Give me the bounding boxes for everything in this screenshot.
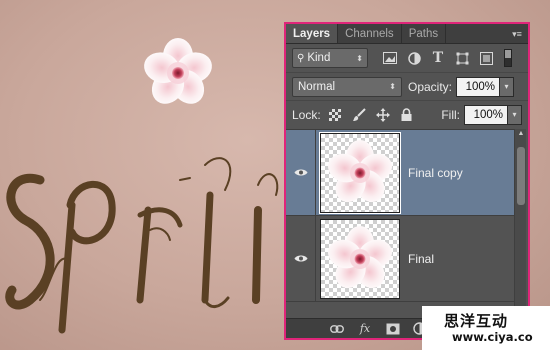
shape-filter-icon[interactable] bbox=[454, 50, 470, 66]
fill-label: Fill: bbox=[441, 107, 460, 122]
layers-scrollbar[interactable]: ▲ ▼ bbox=[514, 129, 526, 319]
blend-mode-value: Normal bbox=[298, 80, 336, 93]
layer-thumbnail[interactable] bbox=[320, 218, 400, 299]
lock-label: Lock: bbox=[292, 107, 321, 122]
scroll-up-arrow-icon[interactable]: ▲ bbox=[515, 129, 527, 139]
chevron-updown-icon: ⬍ bbox=[389, 82, 396, 91]
fill-dropdown-button[interactable]: ▾ bbox=[508, 104, 522, 125]
link-layers-icon[interactable] bbox=[330, 322, 344, 336]
fx-icon[interactable]: fx bbox=[356, 322, 374, 336]
scrollbar-thumb[interactable] bbox=[517, 147, 525, 205]
layer-name[interactable]: Final bbox=[408, 252, 434, 266]
lock-paint-icon[interactable] bbox=[351, 107, 367, 123]
opacity-dropdown-button[interactable]: ▾ bbox=[500, 76, 515, 97]
blend-mode-select[interactable]: Normal ⬍ bbox=[292, 76, 402, 97]
fx-label: fx bbox=[359, 322, 371, 335]
watermark-url: www.ciya.co bbox=[452, 330, 533, 344]
tab-channels[interactable]: Channels bbox=[338, 24, 402, 43]
lock-all-icon[interactable] bbox=[399, 107, 415, 123]
blend-row: Normal ⬍ Opacity: 100% ▾ bbox=[286, 72, 528, 100]
type-filter-icon[interactable]: T bbox=[430, 50, 446, 66]
flower-thumbnail-image bbox=[328, 225, 392, 288]
filter-toggle[interactable] bbox=[504, 49, 512, 67]
layers-panel: Layers Channels Paths ▾≡ ⚲ Kind ⬍ T Norm… bbox=[284, 22, 530, 340]
smart-object-filter-icon[interactable] bbox=[478, 50, 494, 66]
opacity-input[interactable]: 100% bbox=[456, 76, 501, 97]
flower-thumbnail-image bbox=[328, 139, 392, 202]
layer-row-final[interactable]: Final bbox=[286, 216, 516, 302]
lock-position-icon[interactable] bbox=[375, 107, 391, 123]
search-icon: ⚲ bbox=[297, 52, 305, 64]
layer-thumbnail[interactable] bbox=[319, 131, 401, 214]
layer-name[interactable]: Final copy bbox=[408, 166, 463, 180]
filter-kind-label: Kind bbox=[307, 52, 331, 64]
add-mask-icon[interactable] bbox=[386, 322, 400, 336]
lock-row: Lock: Fill: 100% ▾ bbox=[286, 100, 528, 128]
chevron-updown-icon: ⬍ bbox=[356, 53, 363, 63]
watermark-chinese-text: 思洋互动 bbox=[444, 312, 509, 330]
filter-kind-select[interactable]: ⚲ Kind ⬍ bbox=[292, 48, 368, 68]
tab-layers[interactable]: Layers bbox=[286, 24, 339, 43]
flower-image bbox=[144, 38, 212, 104]
visibility-eye-icon[interactable] bbox=[286, 130, 316, 215]
filter-row: ⚲ Kind ⬍ T bbox=[286, 44, 528, 72]
script-lettering bbox=[5, 157, 279, 334]
opacity-label: Opacity: bbox=[408, 79, 453, 94]
layers-list: Final copy Final bbox=[286, 129, 516, 319]
layer-row-final-copy[interactable]: Final copy bbox=[286, 130, 516, 216]
panel-menu-icon[interactable]: ▾≡ bbox=[510, 27, 524, 41]
fill-input[interactable]: 100% bbox=[464, 104, 508, 125]
visibility-eye-icon[interactable] bbox=[286, 216, 316, 301]
adjustment-filter-icon[interactable] bbox=[406, 50, 422, 66]
panel-tabbar: Layers Channels Paths ▾≡ bbox=[286, 24, 528, 44]
tab-paths[interactable]: Paths bbox=[402, 24, 447, 43]
pixel-filter-icon[interactable] bbox=[382, 50, 398, 66]
site-watermark: 思洋互动 www.ciya.co bbox=[422, 306, 550, 350]
lock-transparent-icon[interactable] bbox=[327, 107, 343, 123]
